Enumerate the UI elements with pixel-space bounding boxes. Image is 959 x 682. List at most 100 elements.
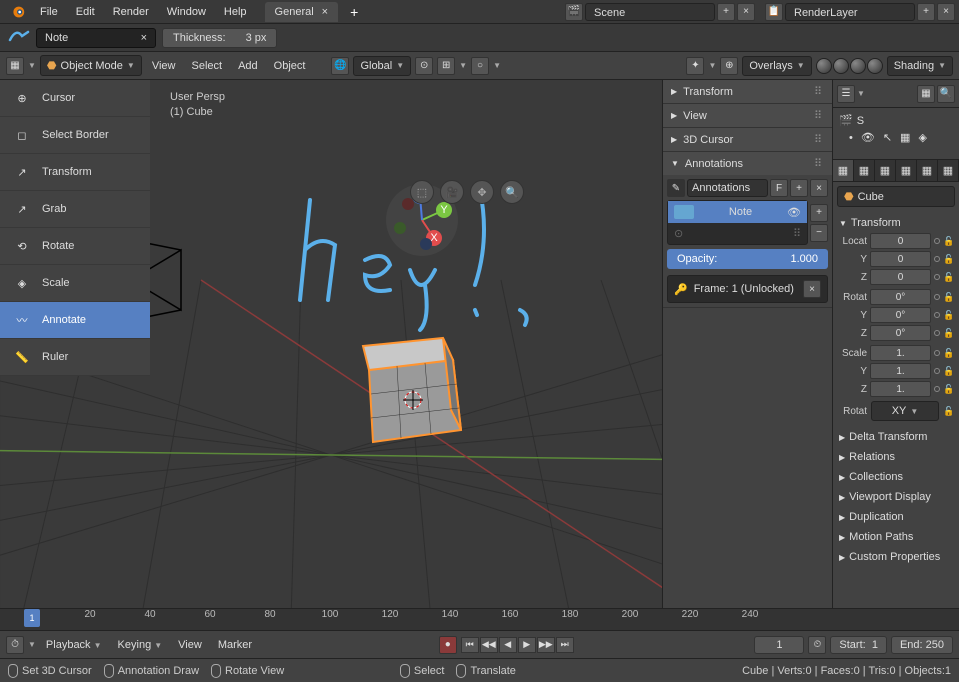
menu-window[interactable]: Window — [159, 2, 214, 22]
annotation-unlink-button[interactable]: × — [810, 179, 828, 197]
prev-keyframe-button[interactable]: ◀◀ — [480, 637, 498, 653]
layer-add-button[interactable]: + — [810, 204, 828, 222]
shading-dropdown[interactable]: Shading▼ — [887, 56, 953, 76]
camera-view-button[interactable]: 🎥 — [440, 180, 464, 204]
layer-grip[interactable]: ⊙ ⠿ — [668, 223, 807, 244]
3d-viewport[interactable]: Y X Z ⬚ 🎥 ✥ 🔍 ⊕Cursor ◻Select Border ↗Tr… — [0, 80, 662, 608]
rotation-mode-dropdown[interactable]: XY▼ — [871, 401, 939, 421]
keyframe-dot[interactable] — [934, 238, 940, 244]
rotation-z-field[interactable]: 0° — [870, 325, 931, 341]
thickness-field[interactable]: Thickness: 3 px — [162, 28, 277, 48]
timeline-ruler[interactable]: 1 20 40 60 80 100 120 140 160 180 200 22… — [0, 609, 959, 631]
end-frame-field[interactable]: End: 250 — [891, 636, 953, 654]
menu-edit[interactable]: Edit — [68, 2, 103, 22]
scene-delete-button[interactable]: × — [737, 3, 755, 21]
visibility-icon[interactable]: 👁 — [787, 206, 801, 219]
restrict-hold-icon[interactable]: ◈ — [918, 131, 926, 144]
keyframe-icon[interactable]: 🔑 — [674, 283, 688, 296]
jump-start-button[interactable]: ⏮ — [461, 637, 479, 653]
n-panel-transform-header[interactable]: ▶Transform⠿ — [663, 80, 832, 103]
gizmo-toggle[interactable]: ✦ — [686, 57, 704, 75]
restrict-render-icon[interactable]: ▦ — [900, 131, 910, 144]
rendered-shading-button[interactable] — [867, 58, 883, 74]
snap-button[interactable]: ⊞ — [437, 57, 455, 75]
keying-menu[interactable]: Keying ▼ — [112, 636, 169, 654]
tool-annotate[interactable]: 〰Annotate — [0, 302, 150, 339]
zoom-view-button[interactable]: 🔍 — [500, 180, 524, 204]
wireframe-shading-button[interactable] — [816, 58, 832, 74]
motion-paths-header[interactable]: ▶Motion Paths — [837, 527, 955, 547]
overlay-toggle[interactable]: ⊕ — [720, 57, 738, 75]
tool-ruler[interactable]: 📏Ruler — [0, 339, 150, 376]
location-z-field[interactable]: 0 — [870, 269, 931, 285]
select-menu[interactable]: Select — [185, 57, 228, 75]
renderlayer-field[interactable]: RenderLayer — [785, 3, 915, 21]
add-workspace-button[interactable]: + — [346, 4, 362, 20]
props-tab-4[interactable]: ▦ — [896, 160, 917, 181]
outliner-search-icon[interactable]: 🔍 — [937, 85, 955, 103]
annotation-layer-row[interactable]: Note 👁 — [668, 201, 807, 223]
outliner-scene-row[interactable]: 🎬 S — [837, 112, 955, 129]
n-panel-annotations-header[interactable]: ▼Annotations⠿ — [663, 152, 832, 175]
n-panel-view-header[interactable]: ▶View⠿ — [663, 104, 832, 127]
playhead[interactable]: 1 — [24, 609, 40, 627]
preview-range-button[interactable]: ⏲ — [808, 636, 826, 654]
annotation-layer-field[interactable]: Note × — [36, 28, 156, 48]
props-tab-5[interactable]: ▦ — [917, 160, 938, 181]
scale-x-field[interactable]: 1. — [870, 345, 931, 361]
menu-file[interactable]: File — [32, 2, 66, 22]
props-tab-6[interactable]: ▦ — [938, 160, 959, 181]
outliner-editor-icon[interactable]: ☰ — [837, 85, 855, 103]
workspace-tab-general[interactable]: General × — [265, 2, 339, 22]
current-frame-field[interactable]: 1 — [754, 636, 804, 654]
menu-help[interactable]: Help — [216, 2, 255, 22]
view-cube-button[interactable]: ⬚ — [410, 180, 434, 204]
view-menu[interactable]: View — [146, 57, 182, 75]
timeline-editor-icon[interactable]: ⏱ — [6, 636, 24, 654]
scene-name-field[interactable]: Scene — [585, 3, 715, 21]
play-button[interactable]: ▶ — [518, 637, 536, 653]
n-panel-cursor-header[interactable]: ▶3D Cursor⠿ — [663, 128, 832, 151]
object-menu[interactable]: Object — [268, 57, 312, 75]
collections-header[interactable]: ▶Collections — [837, 467, 955, 487]
tool-select-border[interactable]: ◻Select Border — [0, 117, 150, 154]
marker-menu[interactable]: Marker — [212, 636, 258, 654]
layer-remove-button[interactable]: − — [810, 224, 828, 242]
renderlayer-delete-button[interactable]: × — [937, 3, 955, 21]
outliner-filter-icon[interactable]: ▦ — [917, 85, 935, 103]
frame-delete-button[interactable]: × — [803, 280, 821, 298]
restrict-view-icon[interactable]: 👁 — [861, 131, 875, 144]
add-menu[interactable]: Add — [232, 57, 264, 75]
opacity-slider[interactable]: Opacity: 1.000 — [667, 249, 828, 269]
close-icon[interactable]: × — [322, 6, 328, 18]
custom-properties-header[interactable]: ▶Custom Properties — [837, 547, 955, 567]
editor-type-button[interactable]: ▦ — [6, 57, 24, 75]
object-name-field[interactable]: ⬣ Cube — [837, 186, 955, 207]
jump-end-button[interactable]: ⏭ — [556, 637, 574, 653]
props-tab-object[interactable]: ▦ — [833, 160, 854, 181]
pan-view-button[interactable]: ✥ — [470, 180, 494, 204]
scale-y-field[interactable]: 1. — [870, 363, 931, 379]
scene-browse-icon[interactable]: 🎬 — [565, 3, 583, 21]
transform-section-header[interactable]: ▼Transform — [837, 213, 955, 233]
orientation-dropdown[interactable]: Global▼ — [353, 56, 411, 76]
proportional-button[interactable]: ○ — [471, 57, 489, 75]
scene-add-button[interactable]: + — [717, 3, 735, 21]
delta-transform-header[interactable]: ▶Delta Transform — [837, 427, 955, 447]
tool-grab[interactable]: ↗Grab — [0, 191, 150, 228]
fake-user-button[interactable]: F — [770, 179, 788, 197]
start-frame-field[interactable]: Start: 1 — [830, 636, 887, 654]
solid-shading-button[interactable] — [833, 58, 849, 74]
renderlayer-browse-icon[interactable]: 📋 — [765, 3, 783, 21]
tool-transform[interactable]: ↗Transform — [0, 154, 150, 191]
location-y-field[interactable]: 0 — [870, 251, 931, 267]
menu-render[interactable]: Render — [105, 2, 157, 22]
restrict-select-icon[interactable]: ↖ — [883, 131, 892, 144]
annotation-add-button[interactable]: + — [790, 179, 808, 197]
scale-z-field[interactable]: 1. — [870, 381, 931, 397]
renderlayer-add-button[interactable]: + — [917, 3, 935, 21]
rotation-x-field[interactable]: 0° — [870, 289, 931, 305]
timeline-view-menu[interactable]: View — [172, 636, 208, 654]
duplication-header[interactable]: ▶Duplication — [837, 507, 955, 527]
viewport-display-header[interactable]: ▶Viewport Display — [837, 487, 955, 507]
